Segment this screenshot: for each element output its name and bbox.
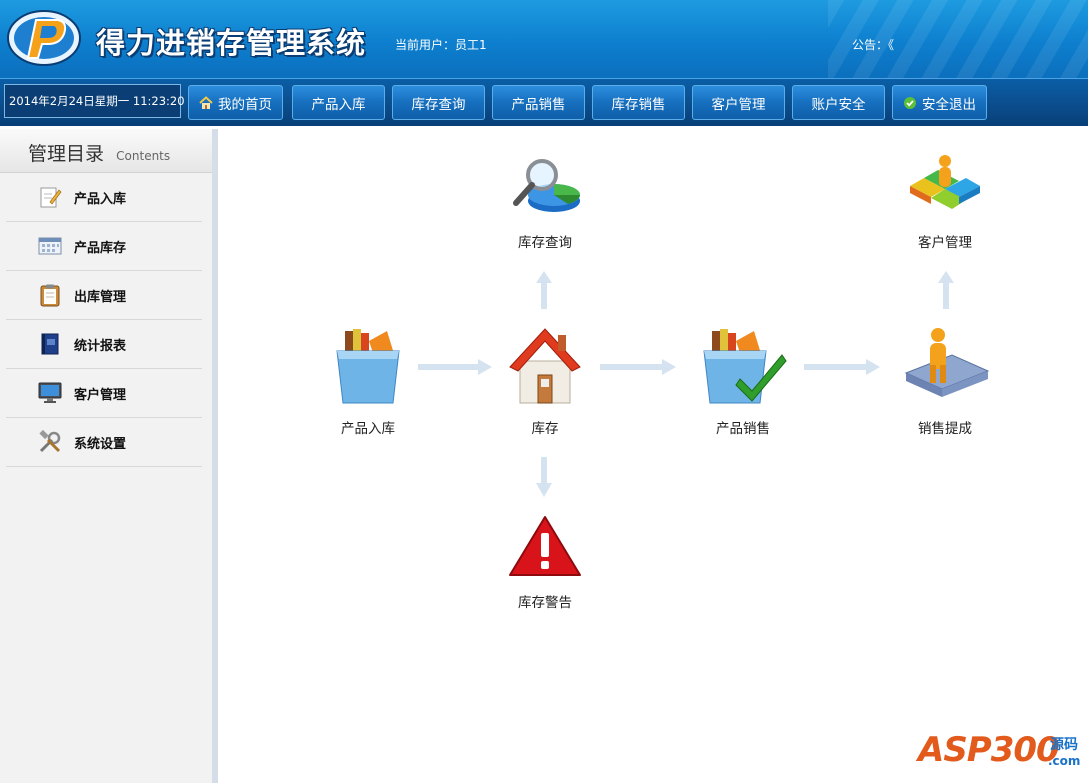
sidebar-title: 管理目录 bbox=[28, 143, 105, 165]
app-logo bbox=[7, 10, 81, 66]
sidebar-item-stock-in[interactable]: 产品入库 bbox=[6, 173, 202, 222]
nav-inventory-query-label: 库存查询 bbox=[411, 96, 466, 113]
flow-node-product-stock-in[interactable]: 产品入库 bbox=[323, 325, 413, 437]
sidebar-item-label: 出库管理 bbox=[74, 289, 127, 305]
notice-label: 公告：《 bbox=[852, 38, 895, 52]
current-user-label: 当前用户：员工1 bbox=[395, 38, 487, 52]
sidebar-item-settings[interactable]: 系统设置 bbox=[6, 418, 202, 467]
arrow-right-icon bbox=[804, 359, 880, 375]
watermark-text: ASP300 bbox=[918, 730, 1060, 770]
nav-account-security-label: 账户安全 bbox=[811, 96, 866, 113]
nav-stock-sales-button[interactable]: 库存销售 bbox=[592, 85, 685, 120]
main-content: 库存查询 客户管理 产品入库 库存 产品销售 销售提成 库存警告 bbox=[218, 129, 1088, 783]
flow-label-sales-commission: 销售提成 bbox=[918, 421, 972, 437]
top-navbar: 2014年2月24日星期一 11:23:20 我的首页 产品入库 库存查询 产品… bbox=[0, 78, 1088, 126]
flow-label-inventory: 库存 bbox=[531, 421, 559, 437]
arrow-right-icon bbox=[418, 359, 492, 375]
sidebar-subtitle: Contents bbox=[116, 149, 171, 163]
flow-node-customer-management[interactable]: 客户管理 bbox=[900, 153, 990, 251]
nav-home-label: 我的首页 bbox=[218, 96, 272, 113]
nav-logout-button[interactable]: 安全退出 bbox=[892, 85, 987, 120]
flow-node-inventory[interactable]: 库存 bbox=[500, 325, 590, 437]
app-header: 得力进销存管理系统 当前用户：员工1 公告：《 bbox=[0, 0, 1088, 78]
sidebar-item-label: 客户管理 bbox=[74, 387, 127, 403]
flow-node-inventory-warning[interactable]: 库存警告 bbox=[500, 515, 590, 611]
sidebar-item-label: 产品库存 bbox=[74, 240, 127, 256]
arrow-down-icon bbox=[536, 457, 552, 497]
watermark-cn: 源码 bbox=[1050, 737, 1078, 753]
sidebar-item-product-stock[interactable]: 产品库存 bbox=[6, 222, 202, 271]
home-icon bbox=[199, 95, 213, 109]
arrow-up-icon bbox=[536, 271, 552, 309]
flow-label-customer-management: 客户管理 bbox=[918, 235, 972, 251]
nav-customer-button[interactable]: 客户管理 bbox=[692, 85, 785, 120]
nav-stock-sales-label: 库存销售 bbox=[611, 96, 666, 113]
nav-stock-in-button[interactable]: 产品入库 bbox=[292, 85, 385, 120]
sidebar-item-label: 产品入库 bbox=[74, 191, 127, 207]
folder-box-check-icon bbox=[703, 329, 787, 404]
nav-product-sales-button[interactable]: 产品销售 bbox=[492, 85, 585, 120]
sidebar-item-label: 系统设置 bbox=[74, 436, 127, 452]
warning-icon bbox=[509, 516, 581, 576]
flow-label-inventory-warning: 库存警告 bbox=[518, 595, 572, 611]
person-book-icon bbox=[904, 328, 990, 397]
nav-home-button[interactable]: 我的首页 bbox=[188, 85, 283, 120]
monitor-icon bbox=[38, 381, 62, 405]
nav-product-sales-label: 产品销售 bbox=[511, 96, 566, 113]
flow-label-product-sales: 产品销售 bbox=[716, 421, 770, 437]
tools-icon bbox=[38, 430, 62, 454]
nav-account-security-button[interactable]: 账户安全 bbox=[792, 85, 885, 120]
clipboard-icon bbox=[38, 283, 62, 307]
house-icon bbox=[509, 328, 581, 404]
nav-inventory-query-button[interactable]: 库存查询 bbox=[392, 85, 485, 120]
nav-logout-label: 安全退出 bbox=[922, 96, 976, 113]
nav-stock-in-label: 产品入库 bbox=[311, 96, 366, 113]
flow-label-inventory-query: 库存查询 bbox=[518, 235, 572, 251]
sidebar-item-label: 统计报表 bbox=[74, 338, 127, 354]
flow-node-inventory-query[interactable]: 库存查询 bbox=[500, 153, 590, 251]
flow-node-product-sales[interactable]: 产品销售 bbox=[698, 325, 788, 437]
check-circle-icon bbox=[904, 96, 916, 109]
sidebar-item-outbound[interactable]: 出库管理 bbox=[6, 271, 202, 320]
nav-customer-label: 客户管理 bbox=[711, 96, 766, 113]
book-icon bbox=[38, 332, 62, 356]
flow-node-sales-commission[interactable]: 销售提成 bbox=[900, 325, 990, 437]
arrow-up-icon bbox=[938, 271, 954, 309]
sidebar-header: 管理目录 Contents bbox=[0, 129, 212, 173]
sidebar-item-reports[interactable]: 统计报表 bbox=[6, 320, 202, 369]
magnifier-chart-icon bbox=[513, 159, 580, 212]
sidebar: 管理目录 Contents 产品入库 产品库存 出库管理 统计报表 客户管理 系… bbox=[0, 129, 212, 783]
folder-box-icon bbox=[336, 329, 400, 404]
flow-label-product-stock-in: 产品入库 bbox=[341, 421, 395, 437]
calendar-grid-icon bbox=[38, 234, 62, 258]
datetime-display: 2014年2月24日星期一 11:23:20 bbox=[4, 84, 185, 118]
arrow-right-icon bbox=[600, 359, 676, 375]
sidebar-item-customers[interactable]: 客户管理 bbox=[6, 369, 202, 418]
pencil-note-icon bbox=[38, 185, 62, 209]
puzzle-person-icon bbox=[910, 155, 980, 209]
watermark-com: .com bbox=[1048, 754, 1081, 768]
watermark-logo: ASP300 源码 .com bbox=[918, 726, 1081, 780]
app-title: 得力进销存管理系统 bbox=[96, 26, 367, 60]
